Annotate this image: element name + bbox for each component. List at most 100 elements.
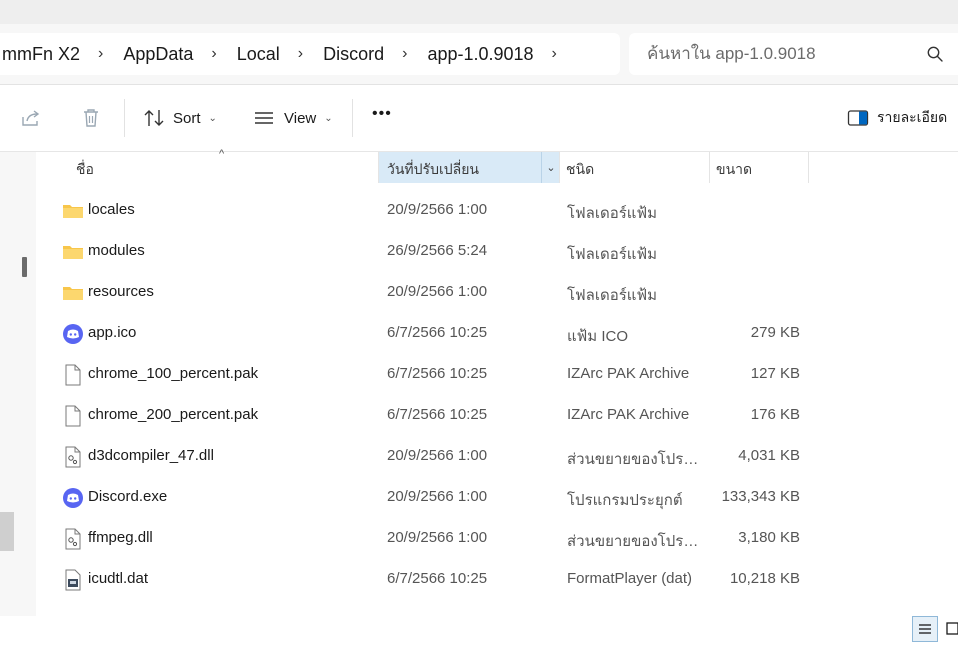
dll-file-icon bbox=[65, 446, 81, 468]
file-row[interactable]: locales 20/9/2566 1:00 โฟลเดอร์แฟ้ม bbox=[36, 190, 958, 231]
toolbar-divider bbox=[124, 99, 125, 137]
file-row[interactable]: Discord.exe 20/9/2566 1:00 โปรแกรมประยุกต์… bbox=[36, 477, 958, 518]
chevron-right-icon[interactable]: › bbox=[542, 45, 567, 63]
discord-icon bbox=[63, 488, 83, 508]
file-row[interactable]: app.ico 6/7/2566 10:25 แฟ้ม ICO 279 KB bbox=[36, 313, 958, 354]
view-button[interactable]: View ⌄ bbox=[253, 107, 333, 129]
file-row[interactable]: modules 26/9/2566 5:24 โฟลเดอร์แฟ้ม bbox=[36, 231, 958, 272]
title-strip bbox=[0, 0, 958, 24]
breadcrumb-item[interactable]: app-1.0.9018 bbox=[417, 44, 541, 65]
file-date-modified: 20/9/2566 1:00 bbox=[387, 283, 488, 300]
file-row[interactable]: ffmpeg.dll 20/9/2566 1:00 ส่วนขยายของโปรแก… bbox=[36, 518, 958, 559]
file-icon bbox=[65, 405, 81, 427]
column-divider[interactable] bbox=[559, 152, 560, 183]
file-row[interactable]: chrome_100_percent.pak 6/7/2566 10:25 IZAr… bbox=[36, 354, 958, 395]
sort-ascending-icon: ^ bbox=[219, 148, 225, 160]
details-pane-button[interactable]: รายละเอียด bbox=[847, 107, 947, 129]
folder-icon bbox=[63, 287, 83, 300]
file-date-modified: 20/9/2566 1:00 bbox=[387, 447, 488, 464]
view-list-icon bbox=[255, 112, 273, 124]
file-name: app.ico bbox=[88, 324, 137, 341]
file-type: โฟลเดอร์แฟ้ม bbox=[567, 287, 657, 304]
tiles-view-icon bbox=[946, 622, 958, 635]
breadcrumb-item[interactable]: Local bbox=[227, 44, 288, 65]
navigation-scrollbar-thumb[interactable] bbox=[0, 512, 14, 551]
navigation-scrollbar[interactable] bbox=[22, 257, 27, 277]
file-name: chrome_100_percent.pak bbox=[88, 365, 259, 382]
share-icon bbox=[22, 110, 40, 126]
column-header-size[interactable]: ขนาด bbox=[716, 152, 752, 183]
sort-button[interactable]: Sort ⌄ bbox=[143, 107, 217, 129]
search-box[interactable] bbox=[629, 33, 958, 75]
breadcrumb-item[interactable]: AppData bbox=[113, 44, 201, 65]
column-header-row: ^ ชื่อ วันที่ปรับเปลี่ยน ⌄ ชนิด ขนาด bbox=[36, 148, 958, 183]
column-header-type[interactable]: ชนิด bbox=[566, 152, 594, 183]
chevron-right-icon[interactable]: › bbox=[201, 45, 226, 63]
chevron-right-icon[interactable]: › bbox=[88, 45, 113, 63]
tiles-view-button[interactable] bbox=[942, 616, 958, 642]
search-input[interactable] bbox=[629, 43, 919, 65]
column-divider[interactable] bbox=[808, 152, 809, 183]
file-size: 127 KB bbox=[750, 365, 800, 382]
dat-file-icon bbox=[65, 569, 81, 591]
address-bar: mmFn X2 › AppData › Local › Discord › ap… bbox=[0, 24, 958, 85]
file-row[interactable]: resources 20/9/2566 1:00 โฟลเดอร์แฟ้ม bbox=[36, 272, 958, 313]
column-divider[interactable] bbox=[709, 152, 710, 183]
discord-icon bbox=[63, 324, 83, 344]
chevron-down-icon: ⌄ bbox=[208, 112, 217, 124]
file-list: locales 20/9/2566 1:00 โฟลเดอร์แฟ้ม modules… bbox=[36, 190, 958, 600]
breadcrumb-item[interactable]: mmFn X2 bbox=[0, 44, 88, 65]
dll-file-icon bbox=[65, 528, 81, 550]
file-date-modified: 6/7/2566 10:25 bbox=[387, 406, 488, 423]
file-name: icudtl.dat bbox=[88, 570, 149, 587]
file-type: โฟลเดอร์แฟ้ม bbox=[567, 246, 657, 263]
more-options-button[interactable]: ••• bbox=[372, 105, 392, 123]
file-size: 133,343 KB bbox=[721, 488, 800, 505]
file-date-modified: 26/9/2566 5:24 bbox=[387, 242, 488, 259]
file-size: 279 KB bbox=[750, 324, 800, 341]
status-bar bbox=[0, 616, 958, 644]
file-date-modified: 20/9/2566 1:00 bbox=[387, 201, 488, 218]
command-bar: Sort ⌄ View ⌄ ••• รายละเอียด bbox=[0, 85, 958, 152]
view-label: View bbox=[284, 109, 317, 127]
toolbar-divider bbox=[352, 99, 353, 137]
sort-icon bbox=[144, 110, 164, 126]
file-row[interactable]: d3dcompiler_47.dll 20/9/2566 1:00 ส่วนขยาย… bbox=[36, 436, 958, 477]
details-view-icon bbox=[919, 624, 931, 634]
file-row[interactable]: icudtl.dat 6/7/2566 10:25 FormatPlayer (da… bbox=[36, 559, 958, 600]
file-name: d3dcompiler_47.dll bbox=[88, 447, 214, 464]
details-view-button[interactable] bbox=[912, 616, 938, 642]
file-name: modules bbox=[88, 242, 145, 259]
file-size: 4,031 KB bbox=[738, 447, 800, 464]
file-size: 10,218 KB bbox=[729, 570, 800, 587]
details-pane-icon bbox=[847, 110, 869, 126]
file-date-modified: 20/9/2566 1:00 bbox=[387, 488, 488, 505]
file-name: chrome_200_percent.pak bbox=[88, 406, 259, 423]
column-header-name[interactable]: ชื่อ bbox=[76, 152, 94, 183]
file-type: โฟลเดอร์แฟ้ม bbox=[567, 205, 657, 222]
file-date-modified: 6/7/2566 10:25 bbox=[387, 365, 488, 382]
chevron-right-icon[interactable]: › bbox=[392, 45, 417, 63]
details-label: รายละเอียด bbox=[877, 109, 948, 125]
file-icon bbox=[65, 364, 81, 386]
column-header-date[interactable]: วันที่ปรับเปลี่ยน bbox=[387, 152, 479, 183]
folder-icon bbox=[63, 205, 83, 218]
file-size: 3,180 KB bbox=[738, 529, 800, 546]
share-button[interactable] bbox=[20, 107, 42, 129]
breadcrumb-item[interactable]: Discord bbox=[313, 44, 392, 65]
trash-icon bbox=[84, 109, 98, 127]
search-icon[interactable] bbox=[926, 45, 944, 63]
file-size: 176 KB bbox=[750, 406, 800, 423]
file-date-modified: 6/7/2566 10:25 bbox=[387, 570, 488, 587]
file-date-modified: 20/9/2566 1:00 bbox=[387, 529, 488, 546]
breadcrumb[interactable]: mmFn X2 › AppData › Local › Discord › ap… bbox=[0, 33, 620, 75]
column-divider[interactable] bbox=[378, 152, 379, 183]
file-row[interactable]: chrome_200_percent.pak 6/7/2566 10:25 IZAr… bbox=[36, 395, 958, 436]
chevron-down-icon: ⌄ bbox=[324, 112, 333, 124]
chevron-right-icon[interactable]: › bbox=[288, 45, 313, 63]
file-name: ffmpeg.dll bbox=[88, 529, 153, 546]
folder-icon bbox=[63, 246, 83, 259]
file-name: locales bbox=[88, 201, 135, 218]
chevron-down-icon[interactable]: ⌄ bbox=[541, 152, 560, 183]
delete-button[interactable] bbox=[80, 107, 102, 129]
